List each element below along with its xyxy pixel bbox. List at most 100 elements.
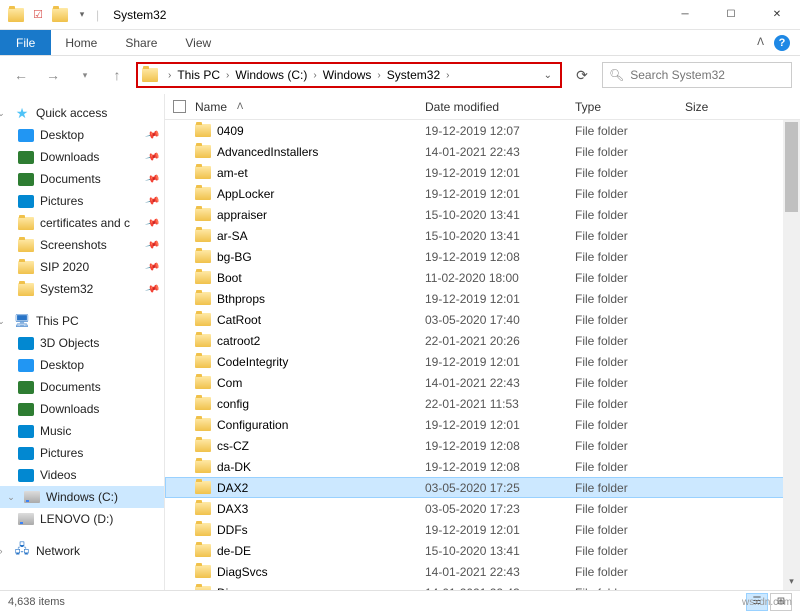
up-button[interactable]: ↑ [104,62,130,88]
sidebar-item[interactable]: Videos [0,464,164,486]
properties-icon[interactable]: ☑ [30,7,46,23]
table-row[interactable]: Configuration19-12-2019 12:01File folder [165,414,800,435]
tab-home[interactable]: Home [51,30,111,55]
crumb[interactable]: System32 [385,68,442,82]
collapse-icon[interactable]: ⌄ [0,108,6,119]
file-type: File folder [575,250,685,264]
crumb[interactable]: Windows [321,68,374,82]
this-pc-item[interactable]: ⌄ 🖥 This PC [0,310,164,332]
vertical-scrollbar[interactable]: ▴ ▾ [783,120,800,590]
sidebar-item[interactable]: Music [0,420,164,442]
sidebar-item[interactable]: certificates and c📌 [0,212,164,234]
network-item[interactable]: › 🖧 Network [0,540,164,562]
sidebar-item[interactable]: SIP 2020📌 [0,256,164,278]
column-type[interactable]: Type [575,100,685,114]
table-row[interactable]: catroot222-01-2021 20:26File folder [165,330,800,351]
pin-icon: 📌 [144,193,160,209]
file-date: 19-12-2019 12:08 [425,439,575,453]
new-folder-icon[interactable] [52,7,68,23]
table-row[interactable]: DAX303-05-2020 17:23File folder [165,498,800,519]
maximize-button[interactable]: ☐ [708,0,754,30]
sidebar-item[interactable]: Screenshots📌 [0,234,164,256]
refresh-button[interactable]: ⟳ [568,62,596,88]
expand-icon[interactable]: ⌄ [6,492,16,503]
sidebar-item[interactable]: Desktop [0,354,164,376]
sidebar-item[interactable]: Downloads [0,398,164,420]
collapse-icon[interactable]: ⌄ [0,316,6,327]
column-date[interactable]: Date modified [425,100,575,114]
folder-icon [195,460,211,473]
nav-label: Music [40,424,71,438]
table-row[interactable]: de-DE15-10-2020 13:41File folder [165,540,800,561]
chevron-right-icon[interactable]: › [309,70,320,81]
sidebar-item[interactable]: Documents [0,376,164,398]
search-box[interactable]: 🔍︎ [602,62,792,88]
watermark: wsxdn.com [742,597,792,608]
address-bar[interactable]: › This PC › Windows (C:) › Windows › Sys… [136,62,562,88]
tab-file[interactable]: File [0,30,51,55]
search-input[interactable] [630,68,785,82]
folder-icon [195,250,211,263]
sidebar-item[interactable]: 3D Objects [0,332,164,354]
chevron-right-icon[interactable]: › [222,70,233,81]
table-row[interactable]: bg-BG19-12-2019 12:08File folder [165,246,800,267]
table-row[interactable]: AdvancedInstallers14-01-2021 22:43File f… [165,141,800,162]
table-row[interactable]: DAX203-05-2020 17:25File folder [165,477,800,498]
tab-share[interactable]: Share [111,30,171,55]
sidebar-item[interactable]: Pictures📌 [0,190,164,212]
column-name[interactable]: Nameᐱ [195,100,425,114]
file-name: cs-CZ [217,439,249,453]
table-row[interactable]: Dism14-01-2021 22:43File folder [165,582,800,590]
pin-icon: 📌 [144,127,160,143]
tab-view[interactable]: View [171,30,225,55]
sidebar-item[interactable]: Pictures [0,442,164,464]
chevron-right-icon[interactable]: › [164,70,175,81]
file-date: 19-12-2019 12:01 [425,418,575,432]
table-row[interactable]: da-DK19-12-2019 12:08File folder [165,456,800,477]
file-date: 14-01-2021 22:43 [425,586,575,591]
sidebar-item[interactable]: Downloads📌 [0,146,164,168]
crumb[interactable]: Windows (C:) [233,68,309,82]
table-row[interactable]: ar-SA15-10-2020 13:41File folder [165,225,800,246]
sidebar-item[interactable]: Documents📌 [0,168,164,190]
search-icon: 🔍︎ [609,68,624,82]
nav-label: Documents [40,380,101,394]
table-row[interactable]: AppLocker19-12-2019 12:01File folder [165,183,800,204]
select-all-checkbox[interactable] [173,100,186,113]
close-button[interactable]: ✕ [754,0,800,30]
address-dropdown-icon[interactable]: ⌄ [540,70,556,81]
chevron-right-icon[interactable]: › [373,70,384,81]
column-size[interactable]: Size [685,100,745,114]
crumb[interactable]: This PC [175,68,222,82]
quick-access-item[interactable]: ⌄ ★ Quick access [0,102,164,124]
table-row[interactable]: am-et19-12-2019 12:01File folder [165,162,800,183]
file-name: catroot2 [217,334,260,348]
table-row[interactable]: Bthprops19-12-2019 12:01File folder [165,288,800,309]
chevron-right-icon[interactable]: › [442,70,453,81]
back-button[interactable]: ← [8,62,34,88]
table-row[interactable]: cs-CZ19-12-2019 12:08File folder [165,435,800,456]
scroll-thumb[interactable] [785,122,798,212]
table-row[interactable]: 040919-12-2019 12:07File folder [165,120,800,141]
table-row[interactable]: appraiser15-10-2020 13:41File folder [165,204,800,225]
table-row[interactable]: CatRoot03-05-2020 17:40File folder [165,309,800,330]
qat-dropdown-icon[interactable]: ▾ [74,7,90,23]
scroll-down-icon[interactable]: ▾ [783,573,800,590]
table-row[interactable]: DDFs19-12-2019 12:01File folder [165,519,800,540]
collapse-ribbon-icon[interactable]: ᐱ [757,37,764,48]
sidebar-item[interactable]: ⌄Windows (C:) [0,486,164,508]
table-row[interactable]: config22-01-2021 11:53File folder [165,393,800,414]
table-row[interactable]: DiagSvcs14-01-2021 22:43File folder [165,561,800,582]
table-row[interactable]: Boot11-02-2020 18:00File folder [165,267,800,288]
table-row[interactable]: Com14-01-2021 22:43File folder [165,372,800,393]
sidebar-item[interactable]: System32📌 [0,278,164,300]
sidebar-item[interactable]: Desktop📌 [0,124,164,146]
help-icon[interactable]: ? [774,35,790,51]
recent-dropdown[interactable]: ▾ [72,62,98,88]
forward-button[interactable]: → [40,62,66,88]
table-row[interactable]: CodeIntegrity19-12-2019 12:01File folder [165,351,800,372]
minimize-button[interactable]: ─ [662,0,708,30]
expand-icon[interactable]: › [0,546,6,556]
folder-icon [195,523,211,536]
sidebar-item[interactable]: LENOVO (D:) [0,508,164,530]
